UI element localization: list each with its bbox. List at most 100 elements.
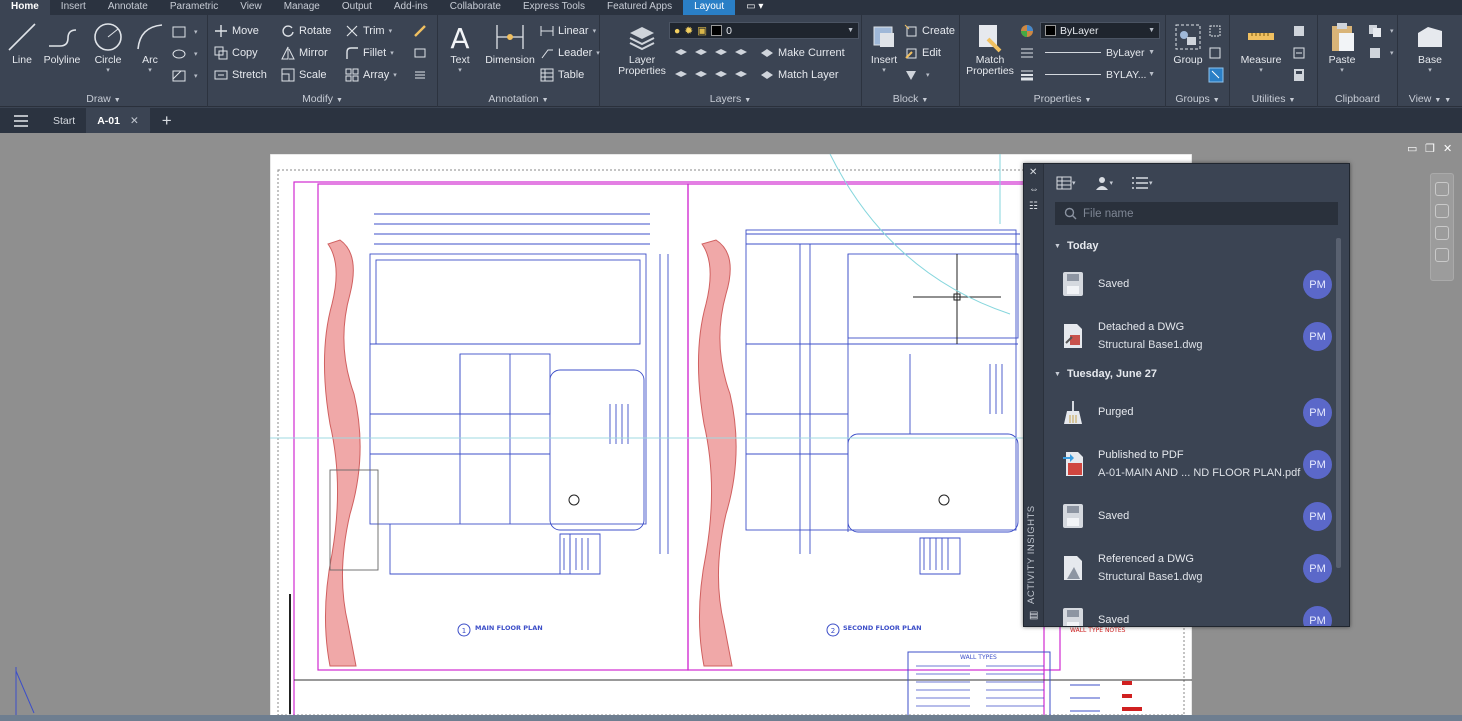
block-attributes-button[interactable]: ▾ [904,66,930,84]
activity-item[interactable]: Saved PM [1045,490,1340,542]
new-tab-button[interactable]: + [150,108,184,133]
start-tab[interactable]: Start [42,108,86,133]
layer-dropdown[interactable]: ● ✹ ▣ 0 ▼ [669,22,859,39]
filter-user-button[interactable]: ▾ [1094,176,1113,190]
ribbon-tab-8[interactable]: Collaborate [439,0,512,15]
activity-item[interactable]: Saved PM [1045,258,1340,310]
array-button[interactable]: Array ▾ [345,66,397,84]
offset-button[interactable] [413,66,431,84]
draw-panel-title[interactable]: Draw ▼ [0,93,207,105]
erase-button[interactable] [413,22,431,40]
collapse-caret-icon[interactable]: ▼ [1054,243,1061,250]
line-tool[interactable]: Line [0,21,44,66]
circle-tool[interactable]: Circle ▾ [86,21,130,74]
cut-copy-button[interactable]: ▾ [1368,22,1394,40]
ellipse-tool[interactable]: ▾ [172,45,198,63]
create-block-button[interactable]: Create [904,22,955,40]
ribbon-tab-1[interactable]: Insert [50,0,97,15]
linetype-icon-btn[interactable] [1020,44,1038,62]
user-avatar[interactable]: PM [1303,450,1332,479]
layers-panel-title[interactable]: Layers ▼ [600,93,861,105]
ribbon-tab-5[interactable]: Manage [273,0,331,15]
dimension-tool[interactable]: Dimension [484,21,536,66]
user-avatar[interactable]: PM [1303,606,1332,626]
groups-panel-title[interactable]: Groups ▼ [1166,93,1229,105]
collapse-caret-icon[interactable]: ▼ [1054,371,1061,378]
quick-select-button[interactable] [1292,22,1310,40]
close-tab-icon[interactable]: ✕ [130,115,139,127]
user-avatar[interactable]: PM [1303,502,1332,531]
annotation-panel-title[interactable]: Annotation ▼ [438,93,599,105]
measure-button[interactable]: Measure ▾ [1238,21,1284,74]
clipboard-panel-title[interactable]: Clipboard [1318,93,1397,105]
group-select-button[interactable] [1208,66,1228,84]
autohide-icon[interactable]: ⇔ [1029,184,1039,195]
minimize-viewport-button[interactable]: ▭ [1407,142,1417,155]
close-viewport-button[interactable]: ✕ [1443,142,1452,155]
hatch-tool[interactable]: ▾ [172,67,198,85]
layer-properties-button[interactable]: Layer Properties [616,21,668,77]
ribbon-tab-7[interactable]: Add-ins [383,0,439,15]
rectangle-tool[interactable]: ▾ [172,23,198,41]
close-palette-icon[interactable]: ✕ [1029,167,1037,178]
make-current-button[interactable]: Make Current [760,44,845,62]
zoom-icon[interactable] [1435,204,1449,218]
ribbon-tab-6[interactable]: Output [331,0,383,15]
activity-group-header[interactable]: ▼ Today [1045,234,1340,258]
block-panel-title[interactable]: Block ▼ [862,93,959,105]
hamburger-menu-button[interactable] [0,108,42,133]
table-button[interactable]: Table [540,66,584,84]
activity-item[interactable]: Saved PM [1045,594,1340,626]
trim-button[interactable]: Trim ▾ [345,22,392,40]
base-view-button[interactable]: Base ▾ [1408,21,1452,74]
user-avatar[interactable]: PM [1303,398,1332,427]
explode-button[interactable] [413,44,431,62]
modify-panel-title[interactable]: Modify ▼ [208,93,437,105]
copy-clip-button[interactable]: ▾ [1368,44,1394,62]
ungroup-button[interactable] [1208,22,1226,40]
lineweight-dropdown[interactable]: BYLAY... ▼ [1040,66,1160,83]
showmotion-icon[interactable] [1435,248,1449,262]
user-avatar[interactable]: PM [1303,554,1332,583]
user-avatar[interactable]: PM [1303,322,1332,351]
file-name-search[interactable]: File name [1055,202,1338,225]
palette-properties-icon[interactable]: ☷ [1029,201,1038,212]
layer-tools-row1[interactable] [673,44,757,62]
user-avatar[interactable]: PM [1303,270,1332,299]
activity-item[interactable]: Purged PM [1045,386,1340,438]
ribbon-tab-3[interactable]: Parametric [159,0,229,15]
fillet-button[interactable]: Fillet ▾ [345,44,394,62]
orbit-icon[interactable] [1435,226,1449,240]
filter-list-button[interactable]: ▾ [1131,176,1153,190]
match-layer-button[interactable]: Match Layer [760,66,839,84]
ribbon-tab-9[interactable]: Express Tools [512,0,596,15]
text-tool[interactable]: A Text ▾ [438,21,482,74]
palette-scrollbar[interactable] [1336,238,1341,568]
layer-tools-row2[interactable] [673,66,757,84]
activity-group-header[interactable]: ▼ Tuesday, June 27 [1045,362,1340,386]
filter-view-button[interactable]: ▾ [1056,176,1076,190]
drawing-tab-active[interactable]: A-01 ✕ [86,108,150,133]
activity-item[interactable]: Detached a DWG Structural Base1.dwg PM [1045,310,1340,362]
linear-button[interactable]: Linear ▾ [540,22,596,40]
group-button[interactable]: Group [1166,21,1210,66]
edit-block-button[interactable]: Edit [904,44,941,62]
activity-item[interactable]: Published to PDF A-01-MAIN AND ... ND FLO… [1045,438,1340,490]
restore-viewport-button[interactable]: ❐ [1425,142,1435,155]
view-panel-title[interactable]: View ▼ ▼ [1398,93,1462,105]
match-properties-button[interactable]: Match Properties [966,21,1014,77]
lineweight-icon-btn[interactable] [1020,66,1038,84]
pan-icon[interactable] [1435,182,1449,196]
select-all-button[interactable] [1292,44,1310,62]
move-button[interactable]: Move [214,22,259,40]
properties-panel-title[interactable]: Properties ▼ [960,93,1165,105]
stretch-button[interactable]: Stretch [214,66,267,84]
arc-tool[interactable]: Arc ▾ [128,21,172,74]
navigation-bar[interactable] [1430,173,1454,281]
ribbon-tab-10[interactable]: Featured Apps [596,0,683,15]
scale-button[interactable]: Scale [281,66,327,84]
leader-button[interactable]: Leader ▾ [540,44,600,62]
polyline-tool[interactable]: Polyline [40,21,84,66]
ribbon-tab-4[interactable]: View [229,0,273,15]
palette-bottom-icon[interactable]: ▤ [1029,610,1038,621]
